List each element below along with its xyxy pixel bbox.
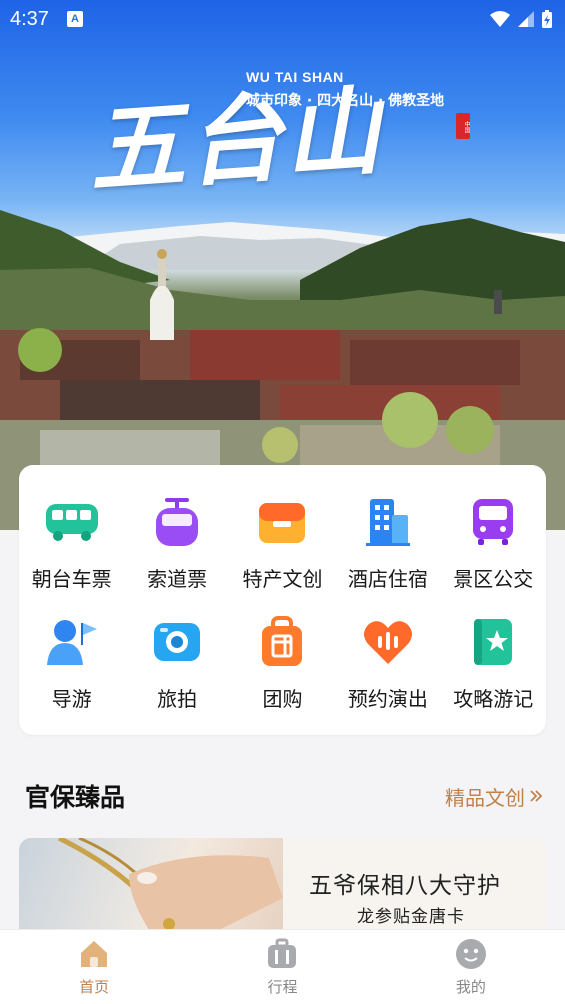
more-link[interactable]: 精品文创 xyxy=(445,782,543,811)
banner-subline: 龙参贴金唐卡 xyxy=(357,907,465,927)
guide-icon xyxy=(43,613,101,671)
status-bar: 4:37 A xyxy=(0,0,565,38)
hero-subtitle: 城市印象 · 四大名山 · 佛教圣地 xyxy=(246,93,445,109)
service-grid-card: 朝台车票 索道票 特产文创 酒店住宿 景区公交 导游 旅拍 团购 预约演出 攻略… xyxy=(19,465,546,735)
service-label: 团购 xyxy=(262,687,303,711)
featured-section-header: 官保臻品 精品文创 xyxy=(25,776,543,816)
product-photo xyxy=(19,838,283,930)
signal-icon xyxy=(518,11,534,27)
service-scenic-bus[interactable]: 景区公交 xyxy=(441,493,546,613)
service-local-products[interactable]: 特产文创 xyxy=(230,493,335,613)
camera-icon xyxy=(148,613,206,671)
gift-box-icon xyxy=(253,493,311,551)
notification-icon: A xyxy=(66,11,83,27)
itinerary-icon xyxy=(268,938,297,968)
home-icon xyxy=(81,941,108,967)
featured-product-banner[interactable]: 五爷保相八大守护 龙参贴金唐卡 xyxy=(19,838,546,930)
service-tour-guide[interactable]: 导游 xyxy=(19,613,124,733)
tab-home[interactable]: 首页 xyxy=(0,930,188,1004)
star-book-icon xyxy=(464,613,522,671)
double-chevron-right-icon xyxy=(530,790,543,802)
service-label: 旅拍 xyxy=(157,687,198,711)
bottom-tab-bar: 首页 行程 我的 xyxy=(0,929,565,1004)
more-link-label: 精品文创 xyxy=(445,785,525,810)
battery-charging-icon xyxy=(542,10,552,28)
profile-icon xyxy=(455,939,486,969)
service-label: 酒店住宿 xyxy=(347,567,428,591)
service-label: 特产文创 xyxy=(242,567,323,591)
service-travel-photo[interactable]: 旅拍 xyxy=(124,613,229,733)
hero-banner: 4:37 A 五台山 WU TAI SHAN 城市印象 · 四大名山 · 佛教圣… xyxy=(0,0,565,530)
status-time: 4:37 xyxy=(10,7,49,30)
service-label: 攻略游记 xyxy=(453,687,534,711)
wifi-icon xyxy=(490,11,510,27)
tab-label: 行程 xyxy=(267,978,298,996)
heart-audio-icon xyxy=(359,613,417,671)
service-coach-ticket[interactable]: 朝台车票 xyxy=(19,493,124,613)
service-label: 索道票 xyxy=(147,567,208,591)
tab-itinerary[interactable]: 行程 xyxy=(188,930,376,1004)
service-group-buy[interactable]: 团购 xyxy=(230,613,335,733)
banner-headline: 五爷保相八大守护 xyxy=(309,873,501,899)
service-label: 预约演出 xyxy=(347,687,428,711)
cable-car-icon xyxy=(148,493,206,551)
bus-icon xyxy=(43,493,101,551)
service-travel-guide[interactable]: 攻略游记 xyxy=(441,613,546,733)
hotel-icon xyxy=(359,493,417,551)
section-title: 官保臻品 xyxy=(25,783,126,812)
seal-stamp: 中国 xyxy=(456,113,470,139)
tab-profile[interactable]: 我的 xyxy=(377,930,565,1004)
group-buy-icon xyxy=(253,613,311,671)
service-cableway-ticket[interactable]: 索道票 xyxy=(124,493,229,613)
hero-english-title: WU TAI SHAN xyxy=(246,69,344,85)
service-show-booking[interactable]: 预约演出 xyxy=(335,613,440,733)
service-label: 导游 xyxy=(51,687,92,711)
tab-label: 首页 xyxy=(79,978,110,996)
shuttle-bus-icon xyxy=(464,493,522,551)
service-label: 朝台车票 xyxy=(31,567,112,591)
tab-label: 我的 xyxy=(455,978,486,996)
service-label: 景区公交 xyxy=(453,567,534,591)
service-hotel[interactable]: 酒店住宿 xyxy=(335,493,440,613)
